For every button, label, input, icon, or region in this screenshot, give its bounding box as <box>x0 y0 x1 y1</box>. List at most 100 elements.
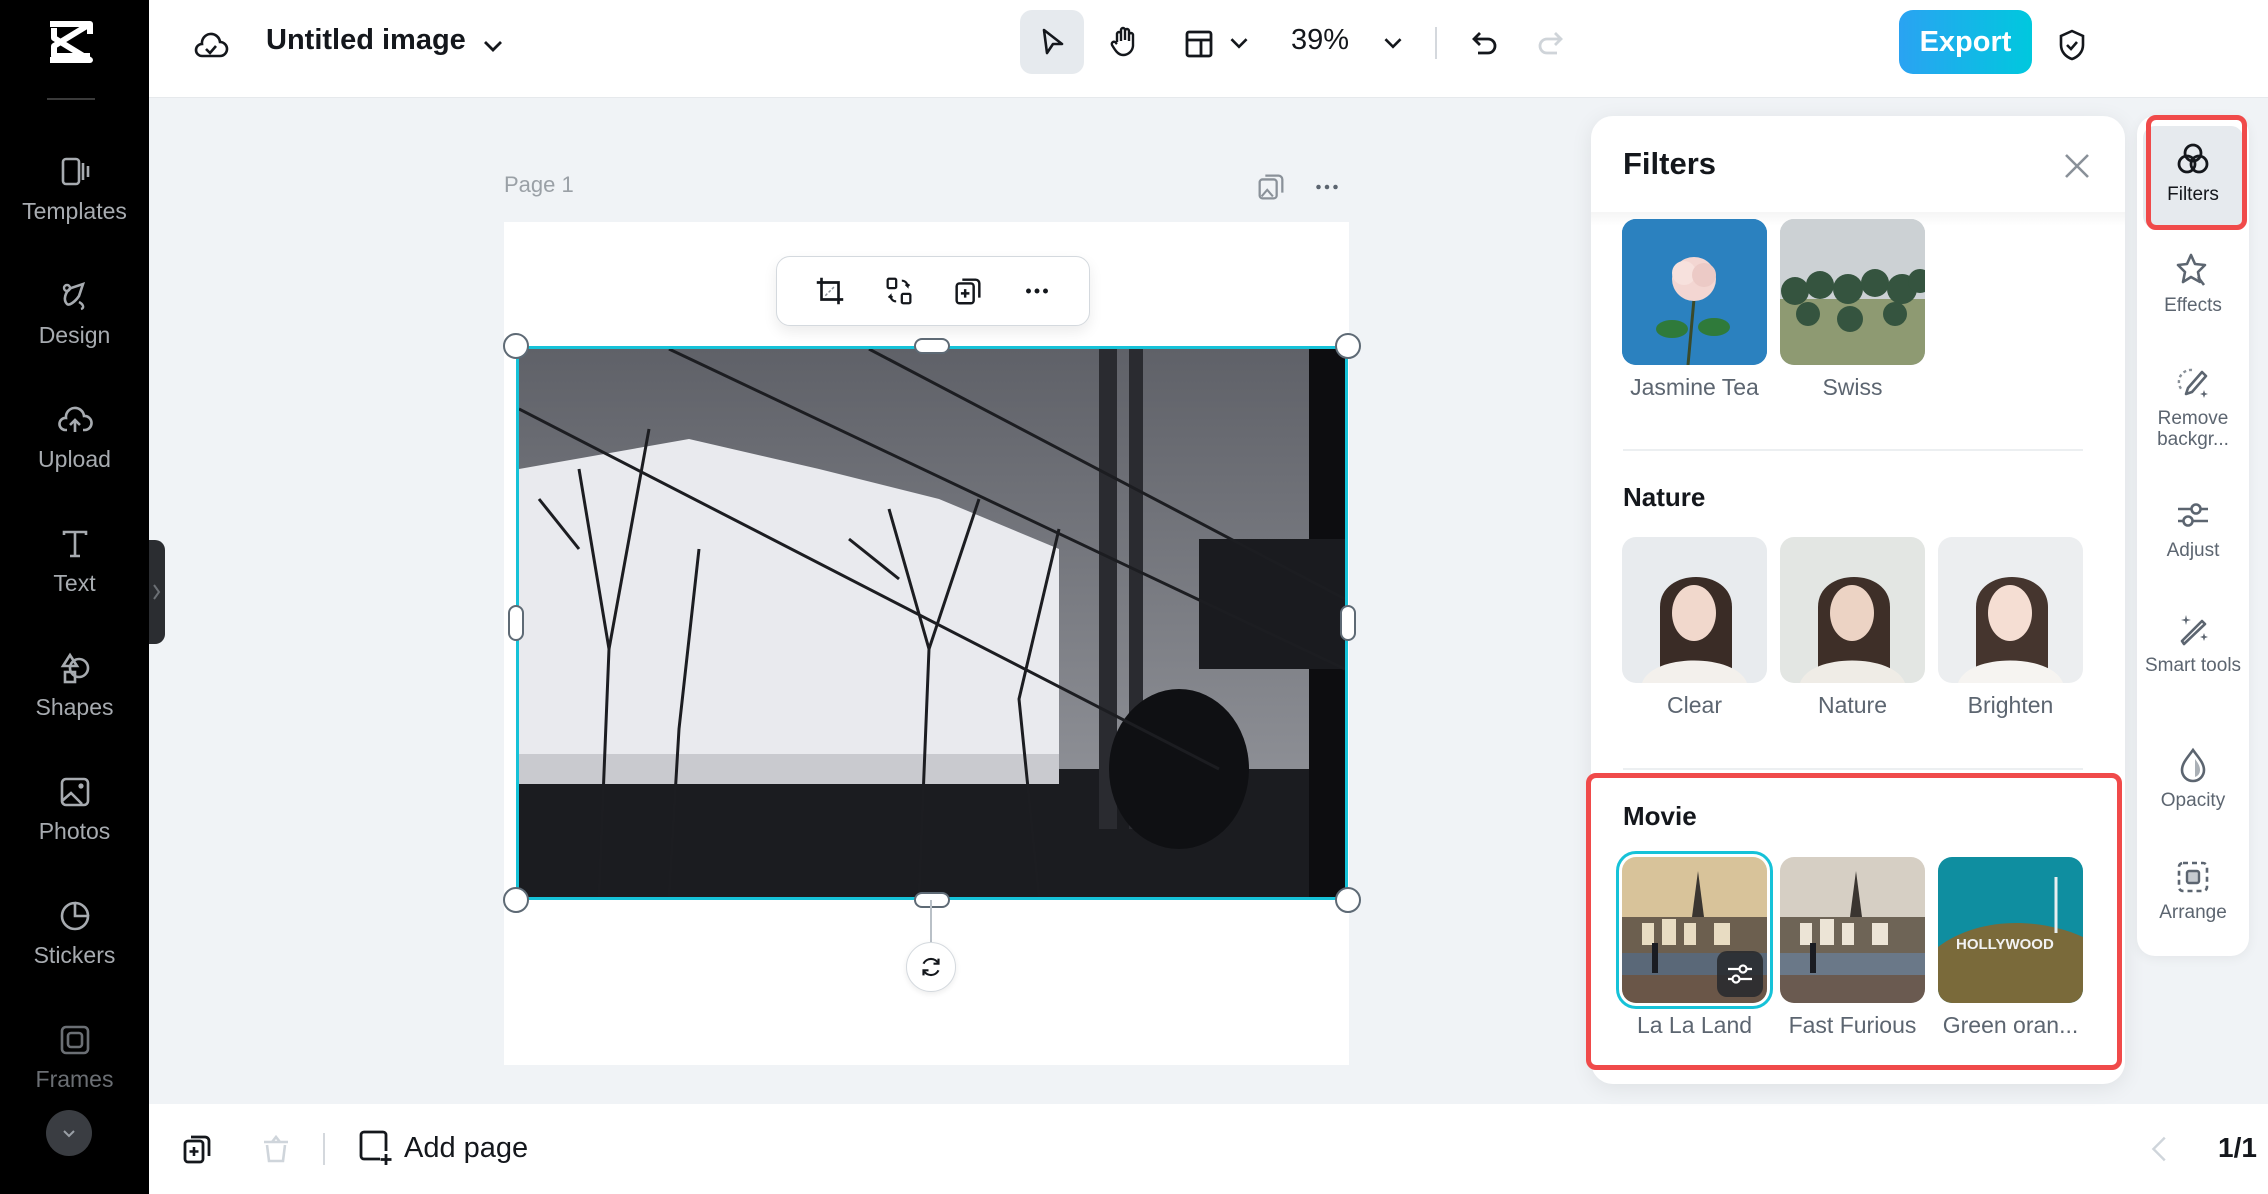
rotate-handle[interactable] <box>906 942 956 992</box>
rail-item-label: Effects <box>2164 295 2222 316</box>
select-tool-button[interactable] <box>1020 10 1084 74</box>
sidebar-item-text[interactable]: Text <box>0 526 149 626</box>
rail-item-filters[interactable]: Filters <box>2143 126 2243 228</box>
hand-tool-button[interactable] <box>1092 10 1156 74</box>
sidebar-more-button[interactable] <box>46 1110 92 1156</box>
portrait-thumbnail-image <box>1622 537 1767 683</box>
undo-button[interactable] <box>1462 22 1508 68</box>
right-tool-rail: Filters Effects Remove backgr... Adjust … <box>2137 116 2249 956</box>
document-title[interactable]: Untitled image <box>266 24 466 57</box>
rail-item-arrange[interactable]: Arrange <box>2143 858 2243 923</box>
filter-adjust-button[interactable] <box>1717 951 1763 997</box>
resize-handle-bottom-left[interactable] <box>503 887 529 913</box>
swap-icon <box>886 277 911 305</box>
filter-thumb-la-la-land[interactable] <box>1616 851 1773 1009</box>
crop-button[interactable] <box>813 274 847 308</box>
security-button[interactable] <box>2049 22 2095 68</box>
resize-handle-bottom-right[interactable] <box>1335 887 1361 913</box>
rail-item-label: Adjust <box>2166 540 2220 561</box>
layout-dropdown-button[interactable] <box>1222 26 1256 60</box>
previous-page-button[interactable] <box>2144 1132 2178 1166</box>
duplicate-button[interactable] <box>951 274 985 308</box>
filter-thumb-green-orange[interactable]: HOLLYWOOD <box>1938 857 2083 1003</box>
rotate-connector <box>930 900 932 942</box>
sidebar-item-shapes[interactable]: Shapes <box>0 650 149 750</box>
sidebar-item-photos[interactable]: Photos <box>0 774 149 874</box>
rail-item-label: Remove backgr... <box>2157 408 2229 450</box>
effects-star-icon <box>2176 253 2207 286</box>
sidebar-item-design[interactable]: Design <box>0 278 149 378</box>
export-button[interactable]: Export <box>1899 10 2032 74</box>
filter-label: Green oran... <box>1942 1012 2079 1038</box>
resize-handle-top[interactable] <box>914 338 950 354</box>
zoom-level[interactable]: 39% <box>1291 24 1349 57</box>
add-page-icon <box>359 1130 392 1165</box>
image-context-toolbar <box>776 256 1090 326</box>
remove-background-icon <box>2177 368 2208 398</box>
add-page-button[interactable]: Add page <box>358 1129 528 1167</box>
title-dropdown-button[interactable] <box>475 28 511 64</box>
filter-thumb-fast-furious[interactable] <box>1780 857 1925 1003</box>
filter-label: Jasmine Tea <box>1630 374 1759 400</box>
filter-thumb-nature[interactable] <box>1780 537 1925 683</box>
sidebar-item-label: Shapes <box>35 694 114 720</box>
resize-handle-top-right[interactable] <box>1335 333 1361 359</box>
image-more-button[interactable] <box>1020 274 1054 308</box>
sidebar-item-frames[interactable]: Frames <box>0 1022 149 1122</box>
text-icon <box>62 530 87 558</box>
rail-item-opacity[interactable]: Opacity <box>2143 746 2243 811</box>
sidebar-item-label: Frames <box>35 1066 114 1092</box>
duplicate-page-button[interactable] <box>177 1128 219 1170</box>
filter-thumb-jasmine-tea[interactable] <box>1622 219 1767 365</box>
sidebar-collapse-handle[interactable] <box>149 540 165 644</box>
sidebar-item-upload[interactable]: Upload <box>0 402 149 502</box>
close-panel-button[interactable] <box>2057 146 2097 186</box>
sidebar-item-label: Design <box>38 322 111 348</box>
filter-label: Brighten <box>1967 692 2054 718</box>
crop-icon <box>816 277 843 305</box>
rail-item-effects[interactable]: Effects <box>2143 251 2243 316</box>
add-page-label: Add page <box>404 1131 529 1164</box>
resize-handle-left[interactable] <box>508 605 524 641</box>
replace-button[interactable] <box>882 274 916 308</box>
city-beach-thumbnail-image <box>1780 857 1925 1003</box>
upload-icon <box>57 406 93 432</box>
delete-page-button[interactable] <box>255 1128 297 1170</box>
resize-handle-top-left[interactable] <box>503 333 529 359</box>
sidebar-item-stickers[interactable]: Stickers <box>0 898 149 998</box>
page-more-button[interactable] <box>1310 170 1344 204</box>
zoom-dropdown-button[interactable] <box>1376 26 1410 60</box>
duplicate-icon <box>954 278 981 305</box>
section-divider <box>1623 768 2083 770</box>
layout-button[interactable] <box>1179 24 1219 64</box>
filter-thumb-brighten[interactable] <box>1938 537 2083 683</box>
filter-thumb-swiss[interactable] <box>1780 219 1925 365</box>
sidebar-divider <box>47 98 95 100</box>
filter-thumb-clear[interactable] <box>1622 537 1767 683</box>
frames-icon <box>60 1025 89 1055</box>
rose-thumbnail-image <box>1622 219 1767 365</box>
rail-item-smart-tools[interactable]: Smart tools <box>2143 611 2243 676</box>
chevron-down-icon <box>484 41 502 52</box>
chevron-down-icon <box>1230 38 1248 49</box>
section-title-nature: Nature <box>1623 482 1706 512</box>
filter-label: Swiss <box>1822 374 1883 400</box>
bottom-bar: Add page <box>149 1104 2268 1194</box>
capcut-logo-icon[interactable] <box>44 20 100 64</box>
toolbar-divider <box>1435 27 1437 59</box>
rotate-icon <box>922 957 940 977</box>
sidebar-item-templates[interactable]: Templates <box>0 154 149 254</box>
page-background-button[interactable] <box>1254 170 1288 204</box>
sidebar-item-label: Templates <box>22 198 127 224</box>
portrait-thumbnail-image <box>1938 537 2083 683</box>
rail-item-remove-background[interactable]: Remove backgr... <box>2143 364 2243 450</box>
selected-photo[interactable] <box>516 346 1348 900</box>
rail-item-adjust[interactable]: Adjust <box>2143 496 2243 561</box>
trash-icon <box>264 1134 288 1163</box>
resize-handle-bottom[interactable] <box>914 892 950 908</box>
rail-item-label: Smart tools <box>2144 655 2242 676</box>
sidebar-item-label: Photos <box>38 818 111 844</box>
cloud-saved-button[interactable] <box>189 24 233 68</box>
resize-handle-right[interactable] <box>1340 605 1356 641</box>
redo-button[interactable] <box>1527 22 1573 68</box>
